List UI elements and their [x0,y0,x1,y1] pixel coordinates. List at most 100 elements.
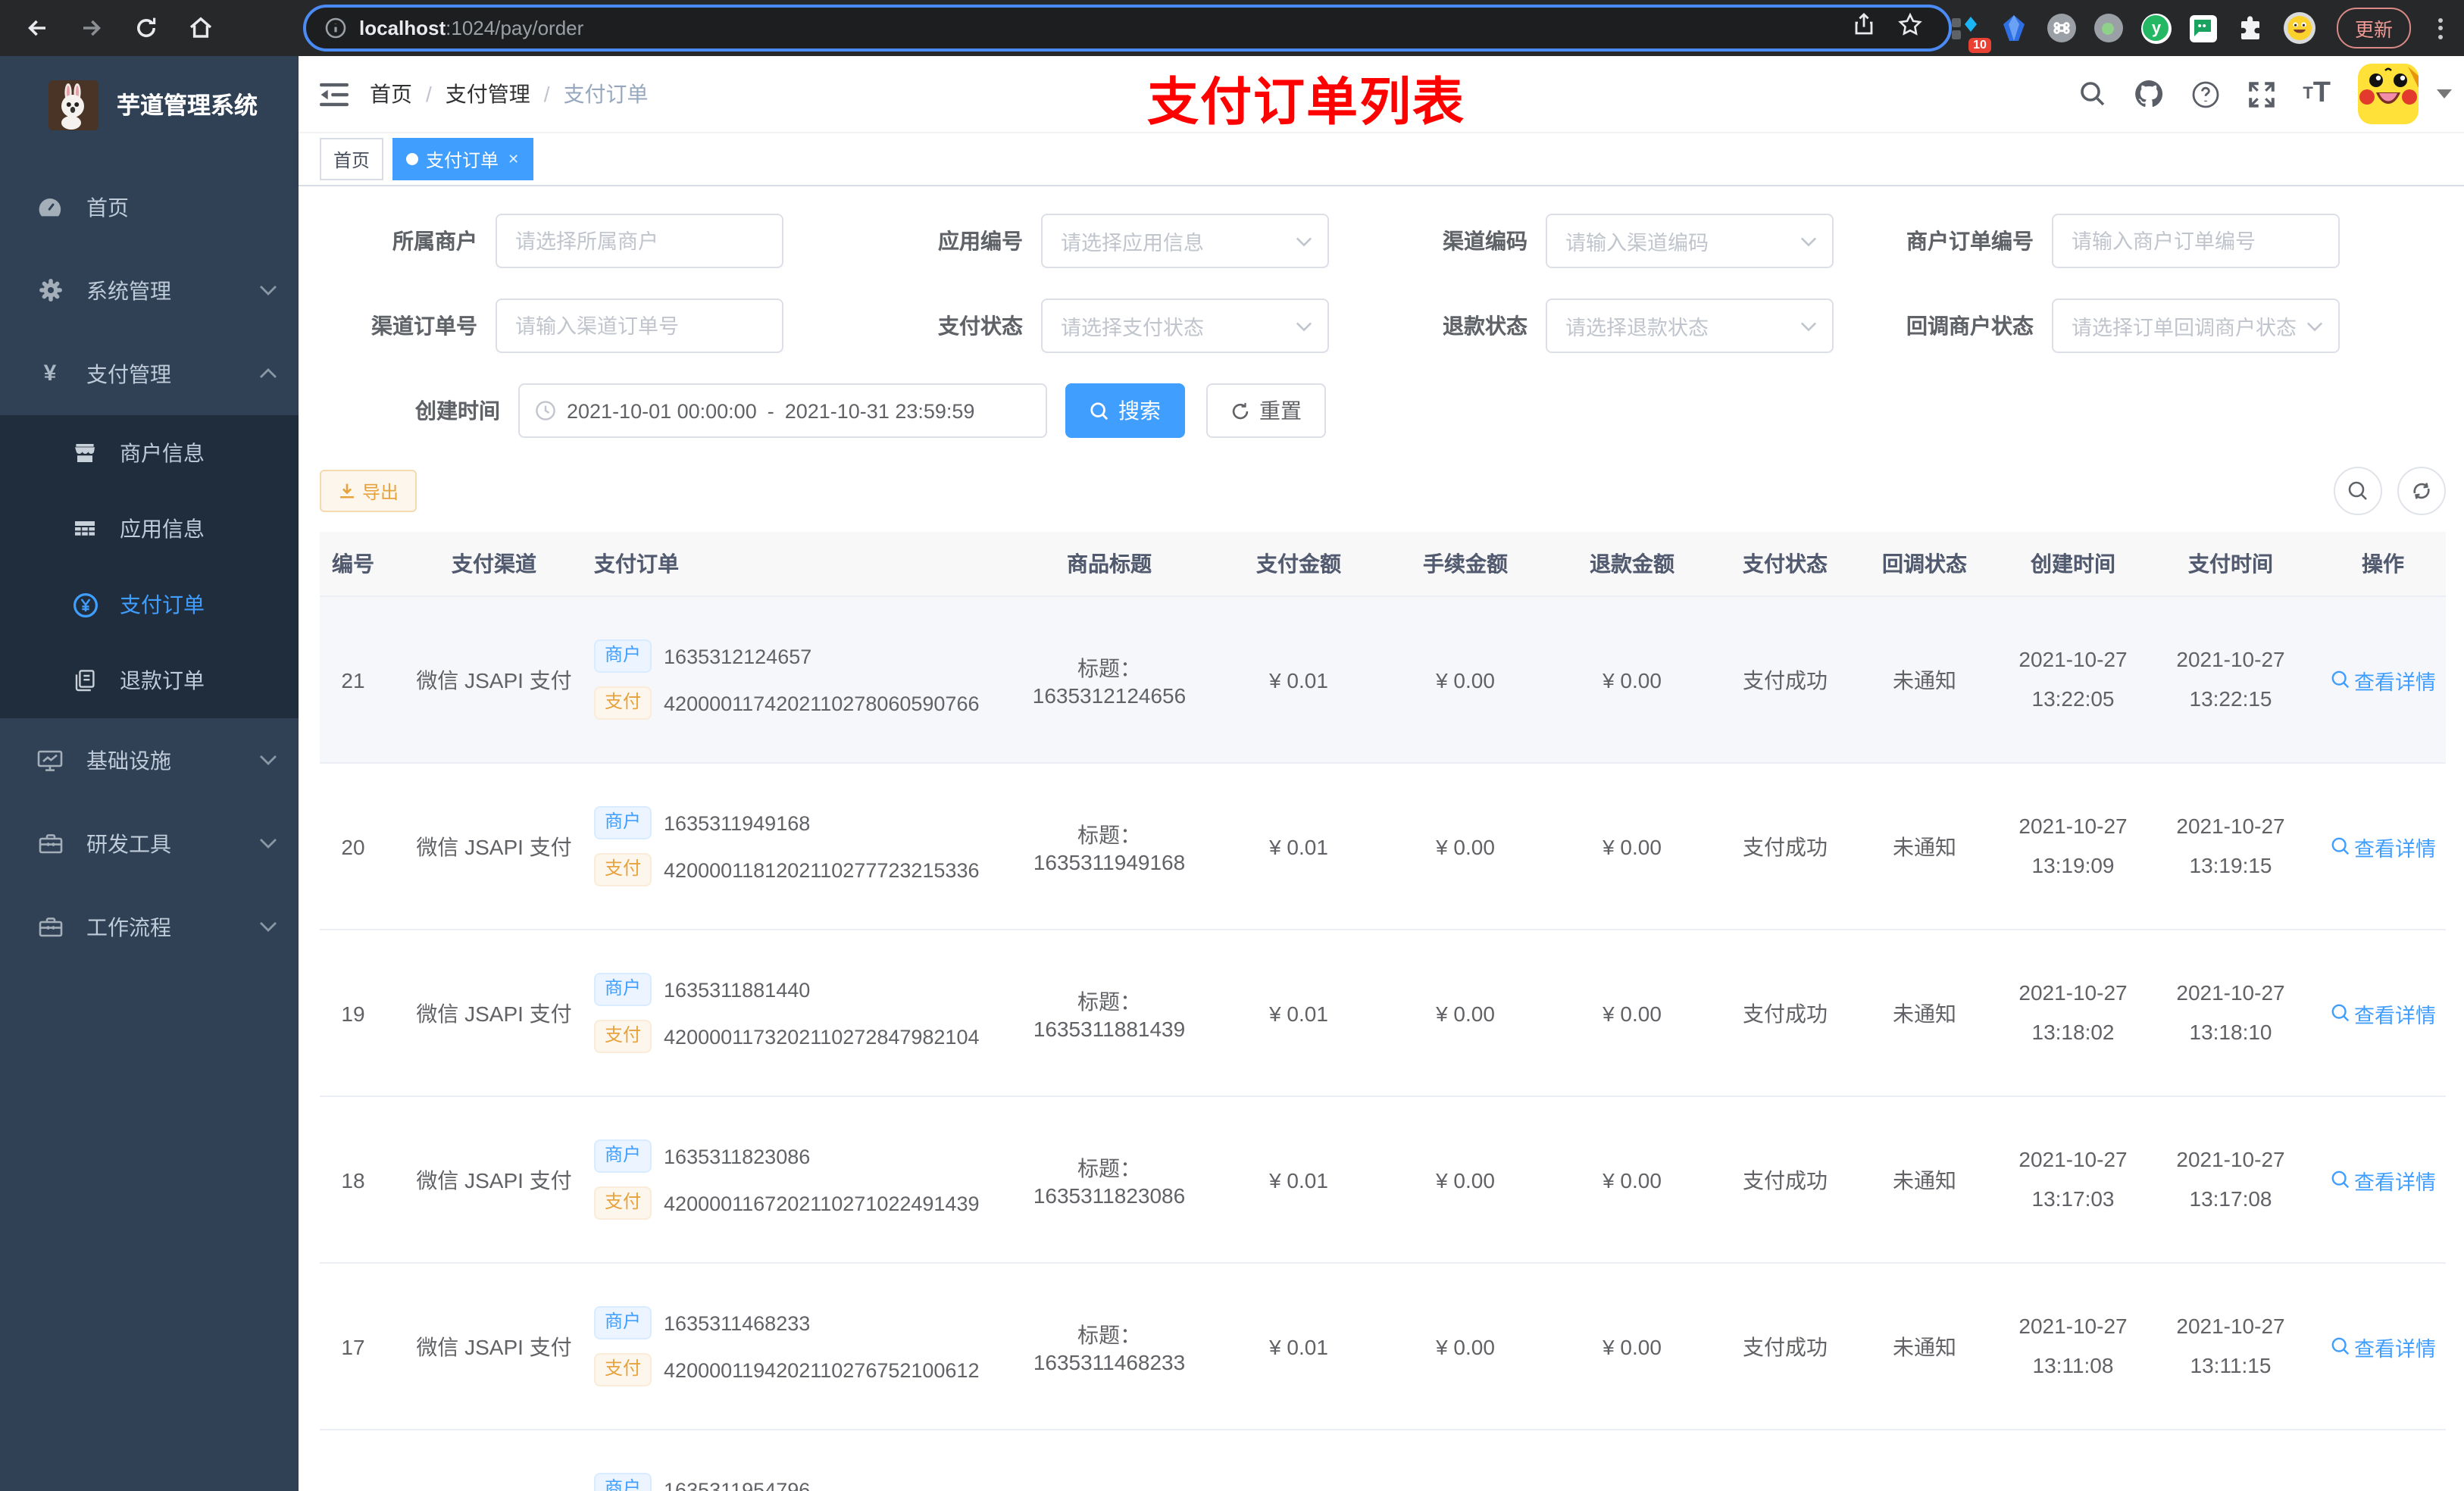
cell-pay-time: 2021-10-27 13:22:15 [2152,596,2309,764]
sidebar-item-system[interactable]: 系统管理 [0,248,299,332]
filter-channel-order-no: 渠道订单号 [314,299,783,353]
gem-extension-icon[interactable] [1999,13,2029,43]
sidebar-item-label: 基础设施 [86,748,171,772]
command-extension-icon[interactable] [2047,14,2076,42]
cell-refund: ¥ 0.00 [1549,763,1715,930]
sidebar-item-infrastructure[interactable]: 基础设施 [0,718,299,802]
dashboard-icon [32,195,68,219]
sidebar-item-payment[interactable]: ¥ 支付管理 [0,332,299,415]
fullscreen-icon[interactable] [2247,80,2275,108]
refund-status-select[interactable]: 请选择退款状态 [1546,299,1834,353]
merchant-order-no: 1635311468233 [664,1311,811,1334]
reload-icon[interactable] [124,7,167,49]
annotation-title: 支付订单列表 [1147,74,1465,132]
browser-menu-icon[interactable] [2432,17,2449,39]
view-detail-link[interactable]: 查看详情 [2330,664,2436,695]
sidebar-item-home[interactable]: 首页 [0,165,299,248]
dot-extension-icon[interactable] [2093,14,2123,42]
sidebar-item-label: 支付管理 [86,361,171,386]
yen-circle-icon [68,592,102,617]
font-size-icon[interactable]: TT [2303,77,2331,111]
merchant-order-no: 1635311954796 [664,1478,811,1491]
forward-icon[interactable] [70,7,112,49]
cell-notify-status: 未通知 [1855,763,1994,930]
view-detail-link[interactable]: 查看详情 [2330,1331,2436,1361]
profile-emoji-icon[interactable] [2283,12,2315,44]
cell-create-time: 2021-10-27 13:19:09 [1994,763,2152,930]
col-fee: 手续金额 [1382,532,1549,597]
app-brand[interactable]: 芋道管理系统 [0,56,299,153]
breadcrumb-home[interactable]: 首页 [370,79,412,109]
y-extension-icon[interactable]: y [2140,13,2172,43]
chevron-down-icon [259,921,277,932]
create-time-range-picker[interactable]: 2021-10-01 00:00:00 - 2021-10-31 23:59:5… [518,383,1047,438]
reset-button[interactable]: 重置 [1206,383,1326,438]
sidebar-item-dev-tools[interactable]: 研发工具 [0,802,299,885]
col-create-time: 创建时间 [1994,532,2152,597]
breadcrumb-current: 支付订单 [563,82,649,106]
sidebar-menu: 首页 系统管理 ¥ 支付管理 商户信息 应用信息 支付订单 退款订单 基础设施 … [0,165,299,968]
chevron-down-icon [259,755,277,765]
sidebar-item-pay-order[interactable]: 支付订单 [0,567,299,642]
channel-code-select[interactable]: 请输入渠道编码 [1546,214,1834,268]
active-dot [406,153,419,165]
export-button[interactable]: 导出 [320,470,417,512]
tab-pay-order[interactable]: 支付订单 ✕ [392,138,533,180]
sidebar-item-workflow[interactable]: 工作流程 [0,885,299,968]
address-bar[interactable]: localhost:1024/pay/order [303,5,1952,52]
cell-amount: ¥ 0.01 [1215,763,1382,930]
cell-create-time: 2021-10-27 13:11:08 [1994,1263,2152,1430]
cell-amount: ¥ 0.01 [1215,1263,1382,1430]
tag-assistant-extension-icon[interactable]: 10 [1950,13,1991,52]
view-detail-link[interactable]: 查看详情 [2330,1164,2436,1195]
cell-channel [409,1430,579,1491]
extensions-puzzle-icon[interactable] [2235,13,2265,43]
sidebar-item-app-info[interactable]: 应用信息 [0,491,299,567]
cell-actions [2309,1430,2446,1491]
breadcrumb-pay-manage[interactable]: 支付管理 [446,79,530,109]
back-icon[interactable] [15,7,58,49]
notify-status-select[interactable]: 请选择订单回调商户状态 [2052,299,2340,353]
merchant-order-no-input[interactable] [2052,214,2340,268]
github-icon[interactable] [2133,79,2163,109]
transaction-no: 4200001181202110277723215336 [664,858,980,881]
col-notify-status: 回调状态 [1855,532,1994,597]
chevron-down-icon [1296,321,1312,331]
avatar-caret-icon[interactable] [2437,89,2452,98]
app-select[interactable]: 请选择应用信息 [1041,214,1329,268]
sidebar-item-refund-order[interactable]: 退款订单 [0,642,299,718]
order-table: 编号 支付渠道 支付订单 商品标题 支付金额 手续金额 退款金额 支付状态 回调… [320,532,2446,1491]
pay-status-select[interactable]: 请选择支付状态 [1041,299,1329,353]
col-refund: 退款金额 [1549,532,1715,597]
magnifier-icon [2331,837,2349,855]
search-button[interactable]: 搜索 [1065,383,1185,438]
merchant-order-no: 1635311949168 [664,811,811,834]
help-icon[interactable] [2190,80,2219,108]
sidebar-item-merchant-info[interactable]: 商户信息 [0,415,299,491]
refresh-table-button[interactable] [2397,467,2446,515]
filter-app: 应用编号 请选择应用信息 [783,214,1329,268]
chat-extension-icon[interactable] [2189,14,2217,42]
bookmark-star-icon[interactable] [1897,11,1931,45]
cell-notify-status: 未通知 [1855,596,1994,764]
cell-title: 标题：1635311468233 [1003,1263,1215,1430]
filter-create-time: 创建时间 2021-10-01 00:00:00 - 2021-10-31 23… [314,383,1047,438]
share-icon[interactable] [1852,11,1885,45]
cell-notify-status: 未通知 [1855,1096,1994,1264]
home-icon[interactable] [179,7,221,49]
tab-home[interactable]: 首页 [320,138,384,180]
search-icon[interactable] [2078,80,2106,108]
site-info-icon[interactable] [324,17,347,39]
browser-update-button[interactable]: 更新 [2336,8,2411,48]
cell-pay-order: 商户 1635311468233 支付 4200001194202110276752… [579,1263,1003,1430]
tab-close-icon[interactable]: ✕ [508,151,519,167]
cell-pay-time: 2021-10-27 13:18:10 [2152,930,2309,1097]
hide-search-button[interactable] [2334,467,2382,515]
view-detail-link[interactable]: 查看详情 [2330,831,2436,861]
view-detail-link[interactable]: 查看详情 [2330,998,2436,1028]
merchant-input[interactable] [496,214,783,268]
sidebar-collapse-icon[interactable] [299,56,370,132]
user-avatar[interactable] [2358,64,2419,124]
channel-order-no-input[interactable] [496,299,783,353]
merchant-tag: 商户 [594,639,652,673]
